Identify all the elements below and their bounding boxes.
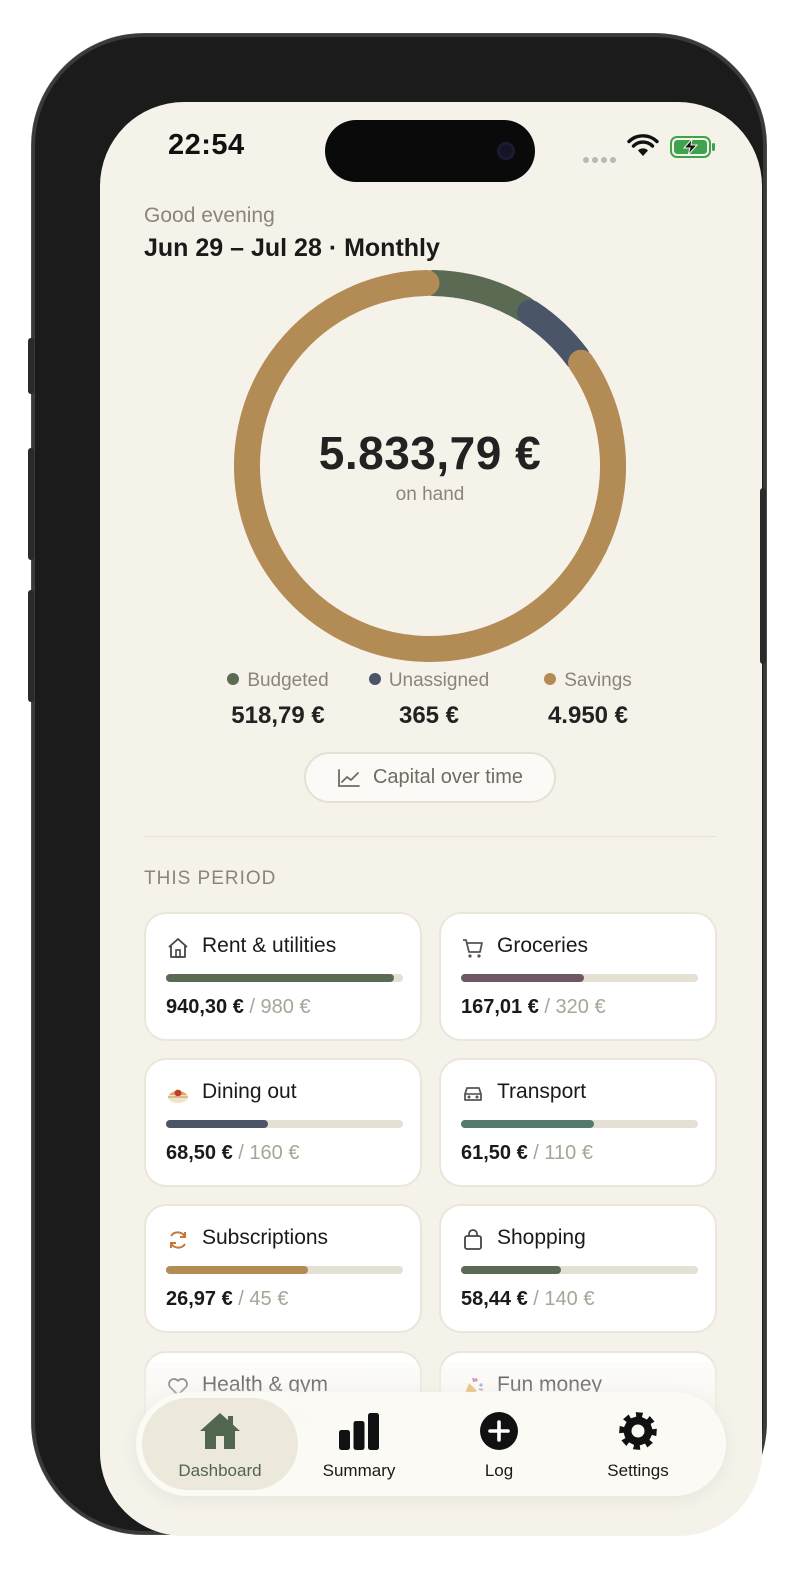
action-button: [28, 338, 34, 394]
category-amount: 167,01 € / 320 €: [461, 996, 606, 1019]
house-icon: [200, 1413, 240, 1449]
category-progress-track: [461, 974, 698, 982]
bag-icon: [464, 1229, 482, 1250]
signal-dots-icon: [583, 150, 619, 168]
category-progress-fill: [166, 974, 394, 982]
savings-dot-icon: [544, 673, 557, 685]
legend-value: 365 €: [398, 702, 460, 729]
tab-dashboard[interactable]: Dashboard: [142, 1398, 298, 1490]
dynamic-island: [325, 120, 535, 182]
wifi-icon: [627, 134, 659, 156]
tab-bar: Dashboard Summary Log Settings: [136, 1392, 726, 1496]
legend-savings: Savings 4.950 €: [498, 670, 678, 730]
donut-segment-unassigned: [516, 299, 590, 370]
category-spent: 68,50 €: [166, 1142, 233, 1164]
tab-label: Log: [484, 1461, 514, 1480]
capital-over-time-label: Capital over time: [372, 766, 524, 788]
tab-summary[interactable]: Summary: [281, 1398, 437, 1490]
category-amount: 940,30 € / 980 €: [166, 996, 311, 1019]
category-limit: / 160 €: [238, 1142, 300, 1164]
house-icon: [168, 938, 188, 958]
category-spent: 58,44 €: [461, 1288, 528, 1310]
category-progress-fill: [461, 1266, 561, 1274]
on-hand-amount: 5.833,79 €: [318, 427, 542, 479]
car-icon: [464, 1087, 482, 1101]
tab-label: Settings: [607, 1461, 669, 1480]
category-limit: / 110 €: [533, 1142, 593, 1164]
legend-value: 4.950 €: [547, 702, 629, 729]
tab-log[interactable]: Log: [421, 1398, 577, 1490]
donut-segment-budgeted: [420, 270, 538, 322]
category-spent: 940,30 €: [166, 996, 244, 1018]
tab-label: Summary: [322, 1461, 396, 1480]
category-progress-track: [166, 1266, 403, 1274]
category-progress-track: [461, 1120, 698, 1128]
legend-unassigned: Unassigned 365 €: [339, 670, 519, 730]
unassigned-dot-icon: [368, 673, 381, 685]
on-hand-caption: on hand: [395, 484, 465, 505]
category-name: Shopping: [497, 1226, 586, 1249]
phone-frame: 22:54 Good evening Jun 29 – Jul 28 · Mon…: [32, 34, 766, 1536]
category-name: Transport: [497, 1080, 587, 1103]
category-amount: 68,50 € / 160 €: [166, 1142, 299, 1165]
tab-settings[interactable]: Settings: [560, 1398, 716, 1490]
app-screen: 22:54 Good evening Jun 29 – Jul 28 · Mon…: [100, 102, 762, 1536]
category-amount: 61,50 € / 110 €: [461, 1142, 593, 1165]
legend-label: Savings: [564, 670, 632, 691]
category-limit: / 320 €: [544, 996, 606, 1018]
greeting: Good evening: [144, 204, 275, 227]
plus-circle-icon: [480, 1412, 518, 1450]
cart-icon: [463, 939, 483, 958]
power-button: [760, 488, 766, 664]
tab-label: Dashboard: [178, 1461, 262, 1480]
volume-down-button: [28, 590, 34, 702]
period-selector[interactable]: Jun 29 – Jul 28 · Monthly: [144, 234, 440, 263]
category-card-shopping[interactable]: Shopping 58,44 € / 140 €: [439, 1204, 717, 1333]
category-name: Subscriptions: [202, 1226, 329, 1249]
category-card-transport[interactable]: Transport 61,50 € / 110 €: [439, 1058, 717, 1187]
category-progress-track: [461, 1266, 698, 1274]
line-chart-icon: [338, 768, 360, 787]
category-spent: 26,97 €: [166, 1288, 233, 1310]
category-card-dining-out[interactable]: Dining out 68,50 € / 160 €: [144, 1058, 422, 1187]
category-limit: / 980 €: [249, 996, 311, 1018]
volume-up-button: [28, 448, 34, 560]
category-progress-track: [166, 1120, 403, 1128]
category-name: Groceries: [497, 934, 589, 957]
divider: [144, 836, 716, 837]
spaghetti-icon: [168, 1089, 188, 1103]
legend-label: Budgeted: [247, 670, 329, 691]
camera-icon: [497, 142, 515, 160]
gear-icon: [619, 1412, 657, 1450]
legend-label: Unassigned: [388, 670, 490, 691]
category-name: Dining out: [202, 1080, 297, 1103]
category-limit: / 45 €: [238, 1288, 289, 1310]
battery-charging-icon: [670, 136, 715, 158]
category-spent: 167,01 €: [461, 996, 539, 1018]
bar-chart-icon: [339, 1413, 379, 1450]
refresh-icon: [170, 1231, 186, 1249]
category-progress-fill: [166, 1266, 309, 1274]
category-progress-track: [166, 974, 403, 982]
category-progress-fill: [461, 1120, 594, 1128]
status-time: 22:54: [168, 129, 245, 161]
capital-over-time-button[interactable]: Capital over time: [304, 752, 556, 803]
category-name: Rent & utilities: [202, 934, 337, 957]
category-amount: 58,44 € / 140 €: [461, 1288, 594, 1311]
category-limit: / 140 €: [533, 1288, 595, 1310]
category-card-subscriptions[interactable]: Subscriptions 26,97 € / 45 €: [144, 1204, 422, 1333]
category-progress-fill: [461, 974, 585, 982]
category-amount: 26,97 € / 45 €: [166, 1288, 288, 1311]
category-card-groceries[interactable]: Groceries 167,01 € / 320 €: [439, 912, 717, 1041]
section-title: THIS PERIOD: [144, 868, 277, 889]
category-progress-fill: [166, 1120, 268, 1128]
category-spent: 61,50 €: [461, 1142, 528, 1164]
budgeted-dot-icon: [227, 673, 240, 685]
category-card-rent-utilities[interactable]: Rent & utilities 940,30 € / 980 €: [144, 912, 422, 1041]
